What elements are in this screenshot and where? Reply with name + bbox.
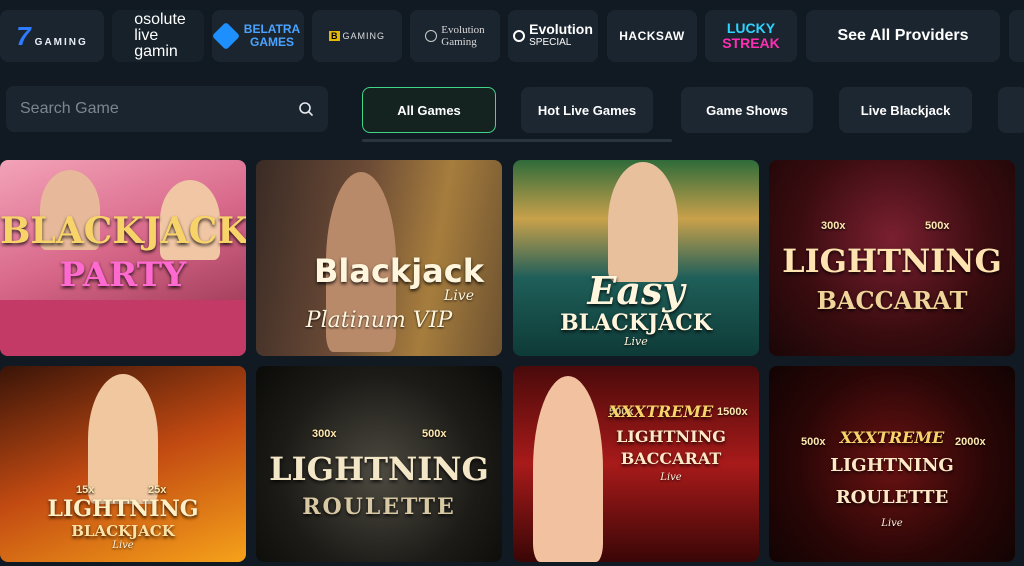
provider-bgaming-mark: B — [328, 31, 341, 41]
game-title: Blackjack — [313, 252, 484, 290]
dealer-figure — [608, 162, 678, 282]
game-subtitle: Platinum VIP — [305, 308, 453, 333]
game-title: Easy — [587, 268, 685, 313]
game-title: LIGHTNING — [269, 450, 489, 488]
game-card-lightning-baccarat[interactable]: 300x 500x LIGHTNING BACCARAT — [769, 160, 1015, 356]
provider-lucky-line1: LUCKY — [726, 20, 776, 36]
tab-hot-live-games[interactable]: Hot Live Games — [521, 87, 653, 133]
multiplier-label: 500x — [925, 220, 950, 232]
multiplier-label: 25x — [148, 484, 167, 496]
multiplier-label: 500x — [422, 428, 447, 440]
game-live-label: Live — [660, 472, 682, 483]
game-card-lightning-roulette[interactable]: 300x 500x LIGHTNING ROULETTE — [256, 366, 502, 562]
tab-live-blackjack[interactable]: Live Blackjack — [839, 87, 972, 133]
tab-all-games[interactable]: All Games — [362, 87, 496, 133]
search-input[interactable] — [6, 86, 328, 132]
see-all-providers-label: See All Providers — [837, 27, 969, 44]
provider-evolution-line1: Evolution — [441, 24, 485, 36]
tab-more[interactable] — [998, 87, 1024, 133]
game-card-blackjack-party[interactable]: BLACKJACK PARTY — [0, 160, 246, 356]
game-subtitle: LIGHTNING ROULETTE — [830, 455, 954, 508]
game-subtitle: BLACKJACK — [71, 522, 175, 540]
provider-more[interactable] — [1009, 10, 1024, 62]
game-card-easy-blackjack[interactable]: Easy BLACKJACK Live — [513, 160, 759, 356]
game-live-label: Live — [444, 288, 474, 304]
provider-lucky-line2: STREAK — [722, 35, 780, 51]
provider-belatra[interactable]: BELATRA GAMES — [212, 10, 304, 62]
provider-lucky-streak[interactable]: LUCKY STREAK — [705, 10, 797, 62]
game-title: LIGHTNING — [47, 496, 199, 522]
provider-evolution-line2: Gaming — [441, 36, 477, 48]
game-subtitle: PARTY — [59, 255, 187, 295]
provider-evospecial-line1: Evolution — [529, 21, 593, 37]
search-icon[interactable] — [298, 101, 314, 117]
game-subtitle: BACCARAT — [816, 286, 968, 315]
tabs-scrollbar[interactable] — [362, 139, 672, 142]
provider-evospecial-line2: SPECIAL — [529, 37, 572, 48]
multiplier-label: 300x — [821, 220, 846, 232]
game-title: XXXTREME — [608, 402, 714, 421]
provider-strip: 7 GAMING osolute live gamin BELATRA GAMES… — [0, 0, 1024, 72]
game-subtitle: LIGHTNING BACCARAT — [616, 427, 726, 468]
tab-game-shows-label: Game Shows — [706, 102, 788, 118]
evolution-logo-icon — [425, 30, 438, 42]
tab-hot-live-games-label: Hot Live Games — [537, 102, 637, 118]
provider-absolute-line2: live — [134, 27, 159, 44]
provider-bgaming[interactable]: B GAMING — [312, 10, 402, 62]
game-live-label: Live — [624, 335, 648, 348]
game-card-blackjack-platinum-vip[interactable]: Blackjack Live Platinum VIP — [256, 160, 502, 356]
search-box — [6, 86, 328, 132]
provider-belatra-line1: BELATRA — [243, 22, 301, 36]
game-card-xxxtreme-lightning-roulette[interactable]: 500x 2000x XXXTREME LIGHTNING ROULETTE L… — [769, 366, 1015, 562]
game-title: XXXTREME — [839, 428, 945, 447]
provider-7gaming-word: GAMING — [34, 36, 88, 48]
provider-absolute-line1: osolute — [134, 11, 186, 28]
tab-all-games-label: All Games — [397, 102, 461, 118]
game-title: BLACKJACK — [0, 210, 246, 252]
game-card-xxxtreme-lightning-baccarat[interactable]: 500x 1500x XXXTREME LIGHTNING BACCARAT L… — [513, 366, 759, 562]
game-card-lightning-blackjack[interactable]: 15x 25x LIGHTNING BLACKJACK Live — [0, 366, 246, 562]
table-surface — [0, 300, 246, 356]
game-subtitle: BLACKJACK — [560, 310, 712, 336]
game-live-label: Live — [881, 518, 903, 529]
see-all-providers-button[interactable]: See All Providers — [806, 10, 1000, 62]
provider-7gaming-mark: 7 — [16, 20, 33, 51]
tab-game-shows[interactable]: Game Shows — [681, 87, 813, 133]
provider-belatra-line2: GAMES — [249, 35, 294, 49]
multiplier-label: 300x — [312, 428, 337, 440]
multiplier-label: 15x — [76, 484, 95, 496]
provider-absolute-live-gaming[interactable]: osolute live gamin — [112, 10, 204, 62]
belatra-logo-icon — [212, 21, 240, 51]
provider-evolution-gaming[interactable]: Evolution Gaming — [410, 10, 500, 62]
game-subtitle: ROULETTE — [302, 494, 456, 520]
game-live-label: Live — [112, 540, 134, 551]
provider-evolution-special[interactable]: Evolution SPECIAL — [508, 10, 598, 62]
provider-hacksaw-word: HACKSAW — [619, 29, 685, 43]
provider-7gaming[interactable]: 7 GAMING — [0, 10, 104, 62]
provider-hacksaw[interactable]: HACKSAW — [607, 10, 697, 62]
tab-live-blackjack-label: Live Blackjack — [860, 102, 951, 118]
game-title: LIGHTNING — [782, 242, 1002, 280]
evolution-special-logo-icon — [513, 30, 526, 42]
provider-bgaming-word: GAMING — [342, 31, 385, 41]
provider-absolute-line3: gamin — [134, 43, 178, 60]
